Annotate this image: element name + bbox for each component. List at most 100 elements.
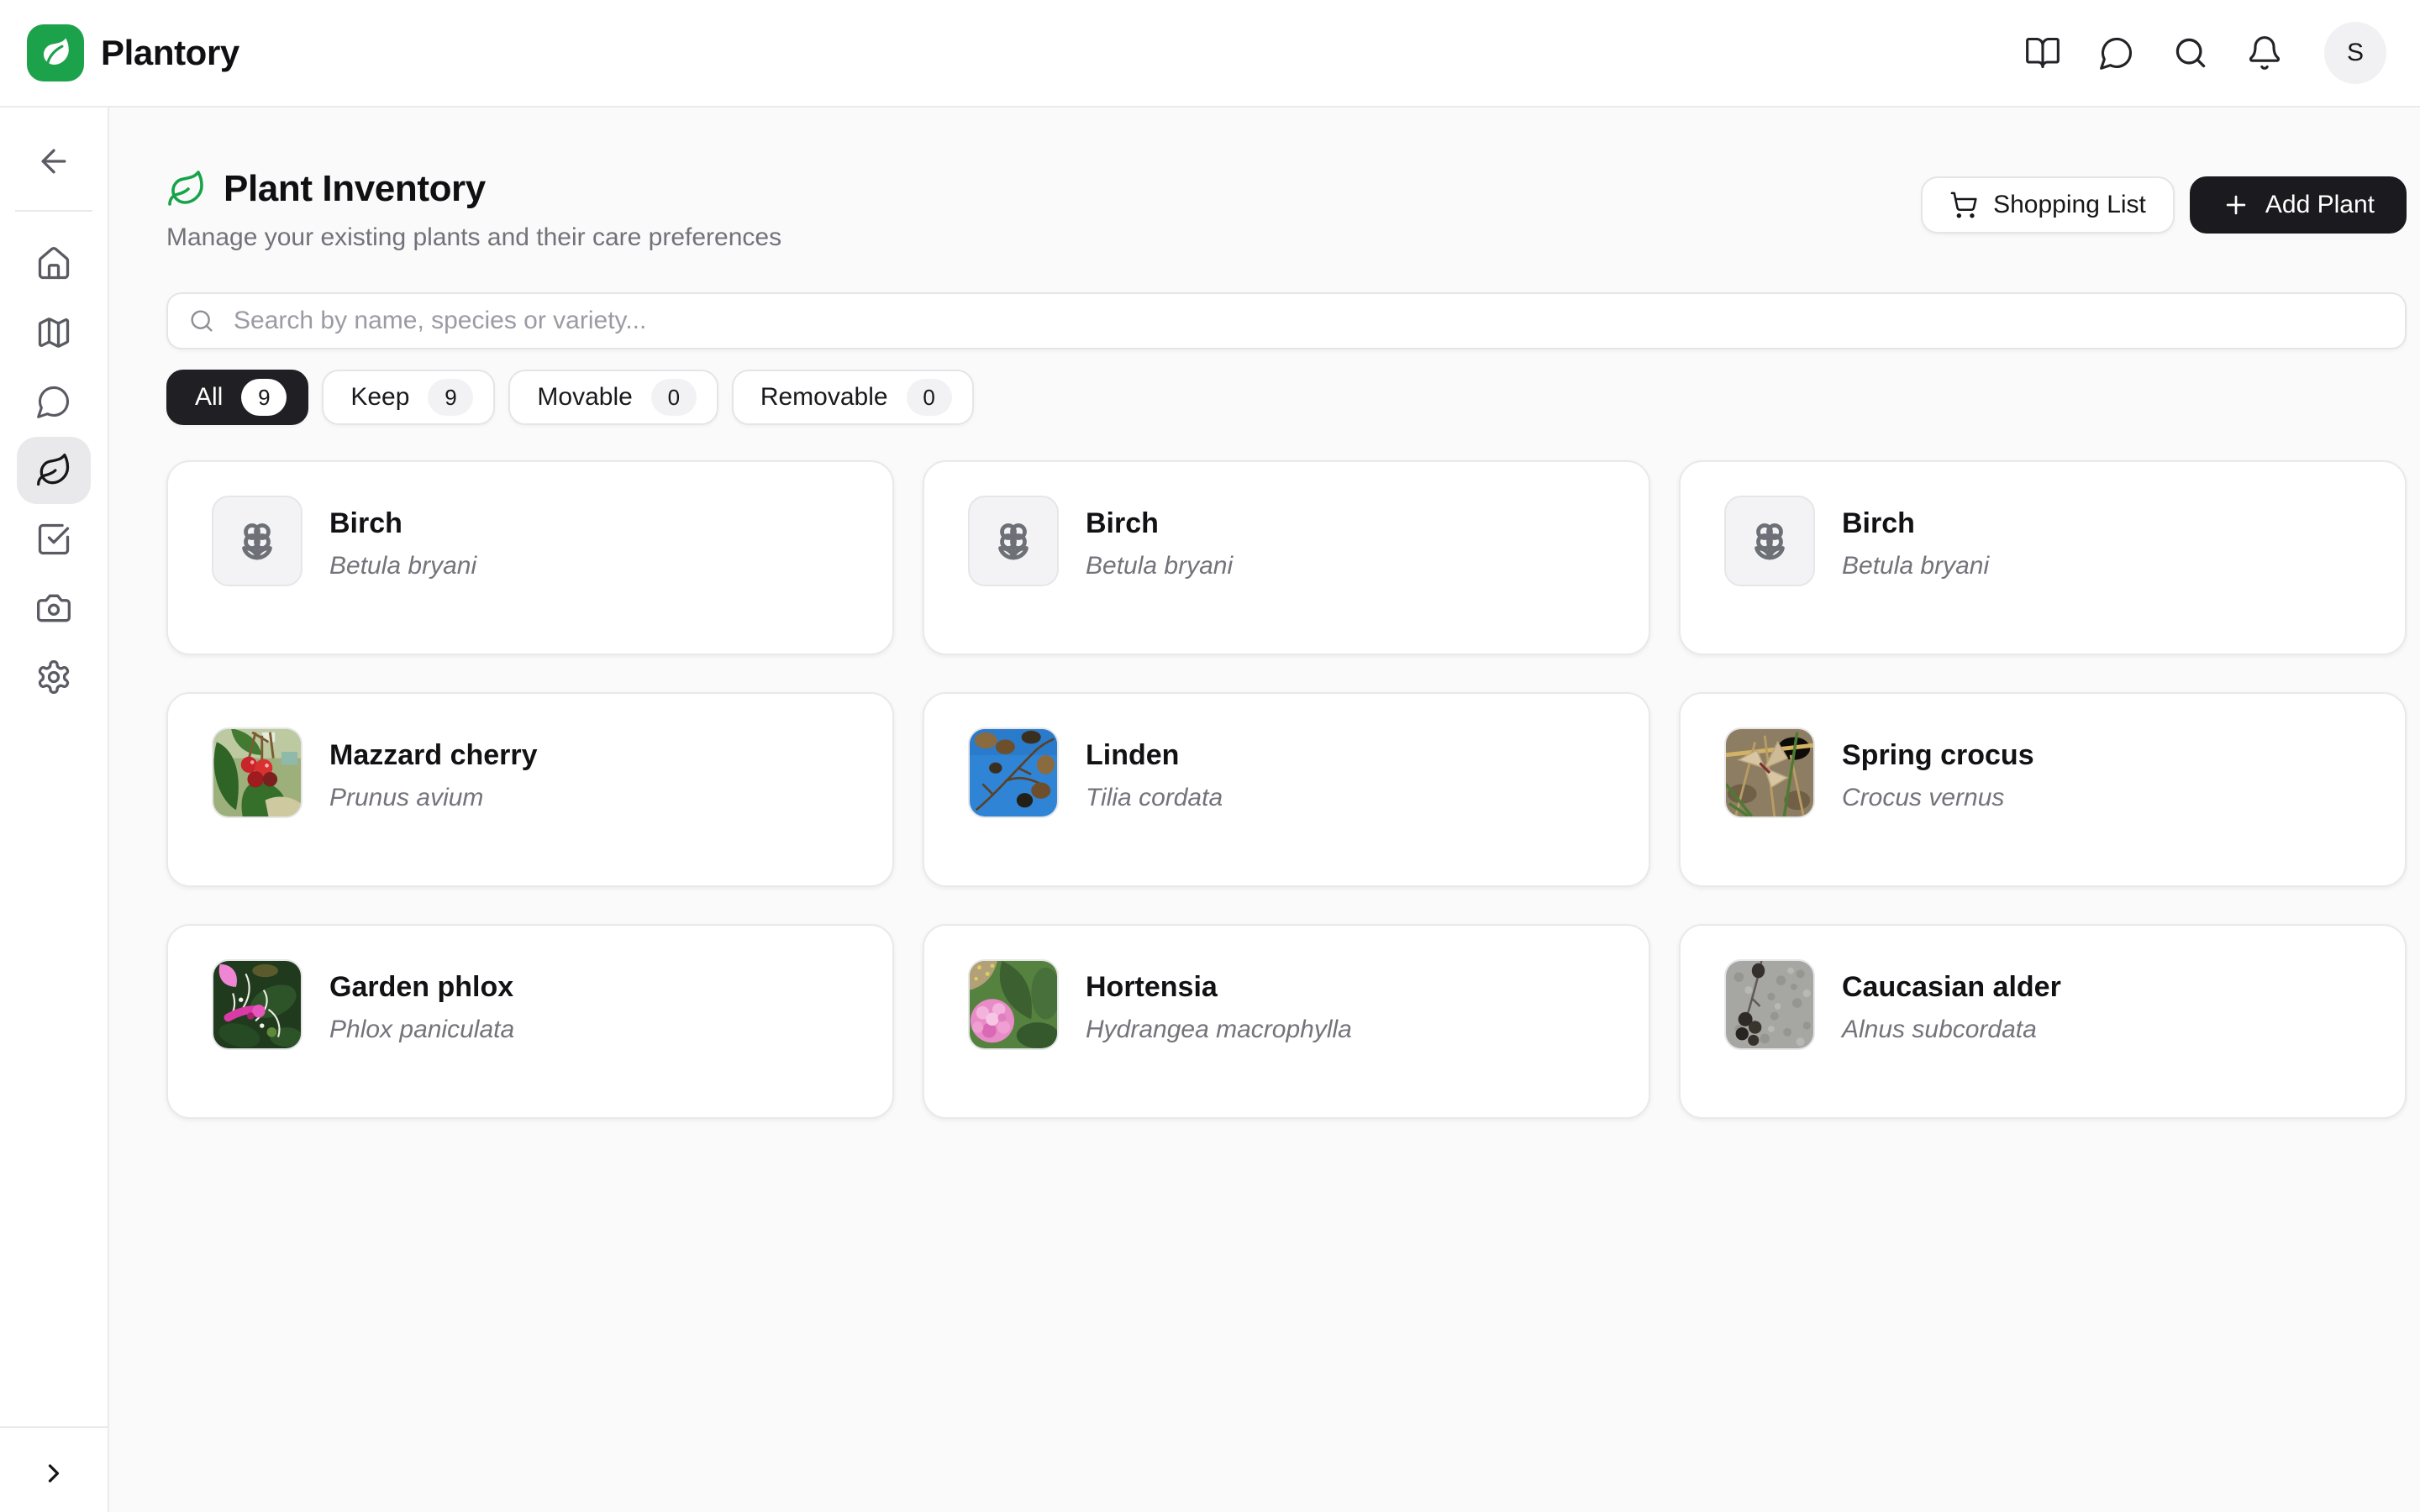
- plant-card[interactable]: Hortensia Hydrangea macrophylla: [923, 924, 1650, 1119]
- plant-name: Garden phlox: [329, 971, 514, 1004]
- page-subtitle: Manage your existing plants and their ca…: [166, 223, 781, 252]
- sidebar-footer: [0, 1426, 108, 1512]
- plant-species: Betula bryani: [1842, 552, 1989, 580]
- sidebar-item-check-square[interactable]: [17, 506, 91, 573]
- avatar[interactable]: S: [2324, 22, 2386, 84]
- map-icon: [35, 314, 72, 351]
- cherry-photo: [213, 729, 301, 816]
- plant-thumbnail: [1724, 496, 1815, 586]
- header-actions: S: [2017, 22, 2386, 84]
- sidebar-expand-button[interactable]: [29, 1448, 79, 1499]
- settings-icon: [35, 659, 72, 696]
- sidebar-item-settings[interactable]: [17, 643, 91, 711]
- plant-name: Birch: [329, 507, 476, 540]
- plant-card[interactable]: Mazzard cherry Prunus avium: [166, 692, 894, 887]
- flower-placeholder-icon: [1744, 516, 1795, 566]
- page-title-block: Plant Inventory Manage your existing pla…: [166, 168, 781, 252]
- filter-tab-label: Keep: [350, 383, 409, 412]
- sidebar-item-map[interactable]: [17, 299, 91, 366]
- book-open-icon-button[interactable]: [2017, 27, 2069, 79]
- page-title-row: Plant Inventory: [166, 168, 781, 210]
- plant-name: Birch: [1842, 507, 1989, 540]
- plant-name: Linden: [1086, 739, 1223, 772]
- sidebar-item-chat[interactable]: [17, 368, 91, 435]
- filter-tab-removable[interactable]: Removable 0: [732, 370, 974, 425]
- plant-card[interactable]: Spring crocus Crocus vernus: [1679, 692, 2407, 887]
- filter-tab-count: 0: [907, 379, 952, 416]
- plant-thumbnail: [1724, 727, 1815, 818]
- shopping-list-button[interactable]: Shopping List: [1921, 176, 2175, 234]
- filter-tab-movable[interactable]: Movable 0: [508, 370, 718, 425]
- add-plant-button[interactable]: Add Plant: [2190, 176, 2407, 234]
- page-actions: Shopping List Add Plant: [1921, 176, 2407, 234]
- home-icon: [35, 245, 72, 282]
- filter-tab-label: All: [195, 383, 223, 412]
- plant-species: Hydrangea macrophylla: [1086, 1016, 1352, 1044]
- plant-card[interactable]: Garden phlox Phlox paniculata: [166, 924, 894, 1119]
- search-icon: [188, 307, 215, 334]
- page-header: Plant Inventory Manage your existing pla…: [166, 168, 2407, 252]
- leaf-icon: [166, 169, 207, 209]
- page-title: Plant Inventory: [224, 168, 486, 210]
- cart-icon: [1949, 191, 1978, 219]
- search-icon-button[interactable]: [2165, 27, 2217, 79]
- filter-tab-all[interactable]: All 9: [166, 370, 308, 425]
- chat-icon: [35, 383, 72, 420]
- plus-icon: [2222, 191, 2250, 219]
- chevron-right-icon: [39, 1457, 69, 1489]
- filter-tabs: All 9 Keep 9 Movable 0 Removable 0: [166, 370, 2407, 425]
- search-input[interactable]: [230, 305, 2385, 337]
- plant-name: Birch: [1086, 507, 1233, 540]
- plant-card[interactable]: Birch Betula bryani: [923, 460, 1650, 655]
- bell-icon-button[interactable]: [2238, 27, 2291, 79]
- plant-thumbnail: [1724, 959, 1815, 1050]
- shopping-list-label: Shopping List: [1993, 191, 2146, 219]
- sidebar-nav: [17, 230, 91, 711]
- search-icon: [2172, 34, 2209, 71]
- plant-thumbnail: [968, 959, 1059, 1050]
- plant-card-meta: Caucasian alder Alnus subcordata: [1842, 959, 2061, 1117]
- plant-species: Betula bryani: [329, 552, 476, 580]
- sidebar-item-home[interactable]: [17, 230, 91, 297]
- top-bar: Plantory S: [0, 0, 2420, 108]
- sidebar-item-camera[interactable]: [17, 575, 91, 642]
- leaf-icon: [35, 452, 72, 489]
- plant-card-meta: Mazzard cherry Prunus avium: [329, 727, 538, 885]
- plant-card-meta: Birch Betula bryani: [329, 496, 476, 654]
- app-logo: [27, 24, 84, 81]
- search-bar: [166, 292, 2407, 349]
- plant-species: Phlox paniculata: [329, 1016, 514, 1044]
- plant-card-meta: Spring crocus Crocus vernus: [1842, 727, 2034, 885]
- brand-name: Plantory: [101, 33, 239, 73]
- plant-card[interactable]: Caucasian alder Alnus subcordata: [1679, 924, 2407, 1119]
- plant-name: Hortensia: [1086, 971, 1352, 1004]
- check-square-icon: [35, 521, 72, 558]
- logo-leaf-icon: [38, 35, 73, 71]
- plant-card[interactable]: Linden Tilia cordata: [923, 692, 1650, 887]
- alder-photo: [1726, 961, 1813, 1048]
- plant-thumbnail: [212, 496, 302, 586]
- sidebar-item-leaf[interactable]: [17, 437, 91, 504]
- filter-tab-count: 0: [651, 379, 697, 416]
- filter-tab-label: Movable: [537, 383, 632, 412]
- arrow-left-icon: [35, 143, 72, 180]
- plant-name: Mazzard cherry: [329, 739, 538, 772]
- filter-tab-count: 9: [428, 379, 473, 416]
- chat-icon-button[interactable]: [2091, 27, 2143, 79]
- plant-name: Spring crocus: [1842, 739, 2034, 772]
- plant-card-meta: Hortensia Hydrangea macrophylla: [1086, 959, 1352, 1117]
- plant-card-meta: Birch Betula bryani: [1086, 496, 1233, 654]
- plant-species: Prunus avium: [329, 784, 538, 812]
- linden-photo: [970, 729, 1057, 816]
- back-button[interactable]: [17, 128, 91, 195]
- sidebar-footer-divider: [0, 1426, 108, 1428]
- avatar-initial: S: [2347, 39, 2364, 67]
- filter-tab-keep[interactable]: Keep 9: [322, 370, 495, 425]
- plant-card[interactable]: Birch Betula bryani: [1679, 460, 2407, 655]
- plant-species: Betula bryani: [1086, 552, 1233, 580]
- plant-card[interactable]: Birch Betula bryani: [166, 460, 894, 655]
- add-plant-label: Add Plant: [2265, 191, 2375, 219]
- book-open-icon: [2024, 34, 2061, 71]
- plant-card-meta: Linden Tilia cordata: [1086, 727, 1223, 885]
- sidebar: [0, 108, 109, 1512]
